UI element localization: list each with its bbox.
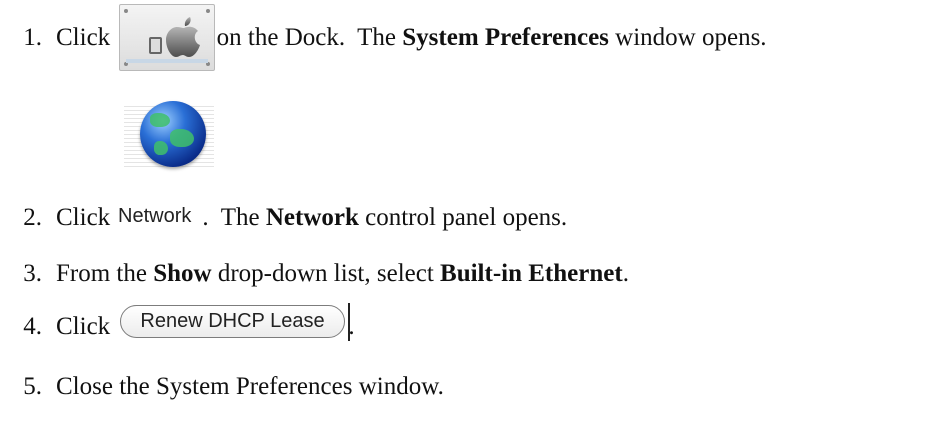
step-number: 5.	[23, 373, 42, 400]
step-number: 4.	[23, 313, 42, 340]
text-cursor	[348, 303, 350, 341]
network-globe-icon	[140, 101, 206, 167]
network-bold: Network	[265, 204, 359, 231]
step-number: 3.	[23, 260, 42, 287]
step-1: 1. Click on the Dock. The System Prefere…	[0, 24, 766, 52]
system-preferences-bold: System Preferences	[402, 24, 609, 51]
system-preferences-icon[interactable]	[119, 4, 215, 71]
built-in-ethernet-bold: Built-in Ethernet	[440, 260, 623, 287]
step-5: 5. Close the System Preferences window.	[0, 373, 444, 401]
step-2: 2. Click . The Network control panel ope…	[0, 204, 567, 232]
step-3: 3. From the Show drop-down list, select …	[0, 260, 629, 288]
step-number: 2.	[23, 204, 42, 231]
renew-dhcp-lease-button[interactable]: Renew DHCP Lease	[120, 305, 345, 338]
show-bold: Show	[153, 260, 212, 287]
step-number: 1.	[23, 24, 42, 51]
apple-logo-icon	[166, 17, 200, 57]
